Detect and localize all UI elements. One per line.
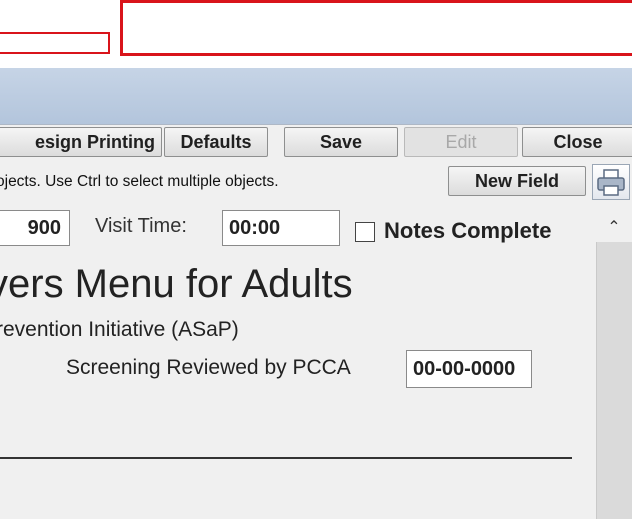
header-band (0, 68, 632, 124)
screening-reviewed-label: Screening Reviewed by PCCA (66, 356, 351, 379)
defaults-button[interactable]: Defaults (164, 127, 268, 157)
visit-time-field[interactable]: 00:00 (222, 210, 340, 246)
new-field-button[interactable]: New Field (448, 166, 586, 196)
close-button[interactable]: Close (522, 127, 632, 157)
design-printing-button[interactable]: esign Printing (0, 127, 162, 157)
vertical-scrollbar[interactable] (596, 212, 632, 519)
red-outline-field-large[interactable] (120, 0, 632, 56)
initiative-subtitle: revention Initiative (ASaP) (0, 318, 239, 341)
print-button[interactable] (592, 164, 630, 200)
notes-complete-label: Notes Complete (384, 218, 552, 243)
form-title: vers Menu for Adults (0, 262, 353, 306)
red-outline-field-small[interactable] (0, 32, 110, 54)
visit-time-label: Visit Time: (95, 215, 187, 237)
section-divider (0, 457, 572, 459)
visit-date-field[interactable]: 900 (0, 210, 70, 246)
scroll-up-button[interactable]: ⌃ (596, 212, 632, 242)
notes-complete-checkbox[interactable] (355, 222, 375, 242)
edit-button[interactable]: Edit (404, 127, 518, 157)
screening-reviewed-date-field[interactable]: 00-00-0000 (406, 350, 532, 388)
save-button[interactable]: Save (284, 127, 398, 157)
selection-hint-text: ojects. Use Ctrl to select multiple obje… (0, 173, 279, 190)
printer-icon (597, 169, 625, 196)
chevron-up-icon: ⌃ (607, 219, 621, 236)
